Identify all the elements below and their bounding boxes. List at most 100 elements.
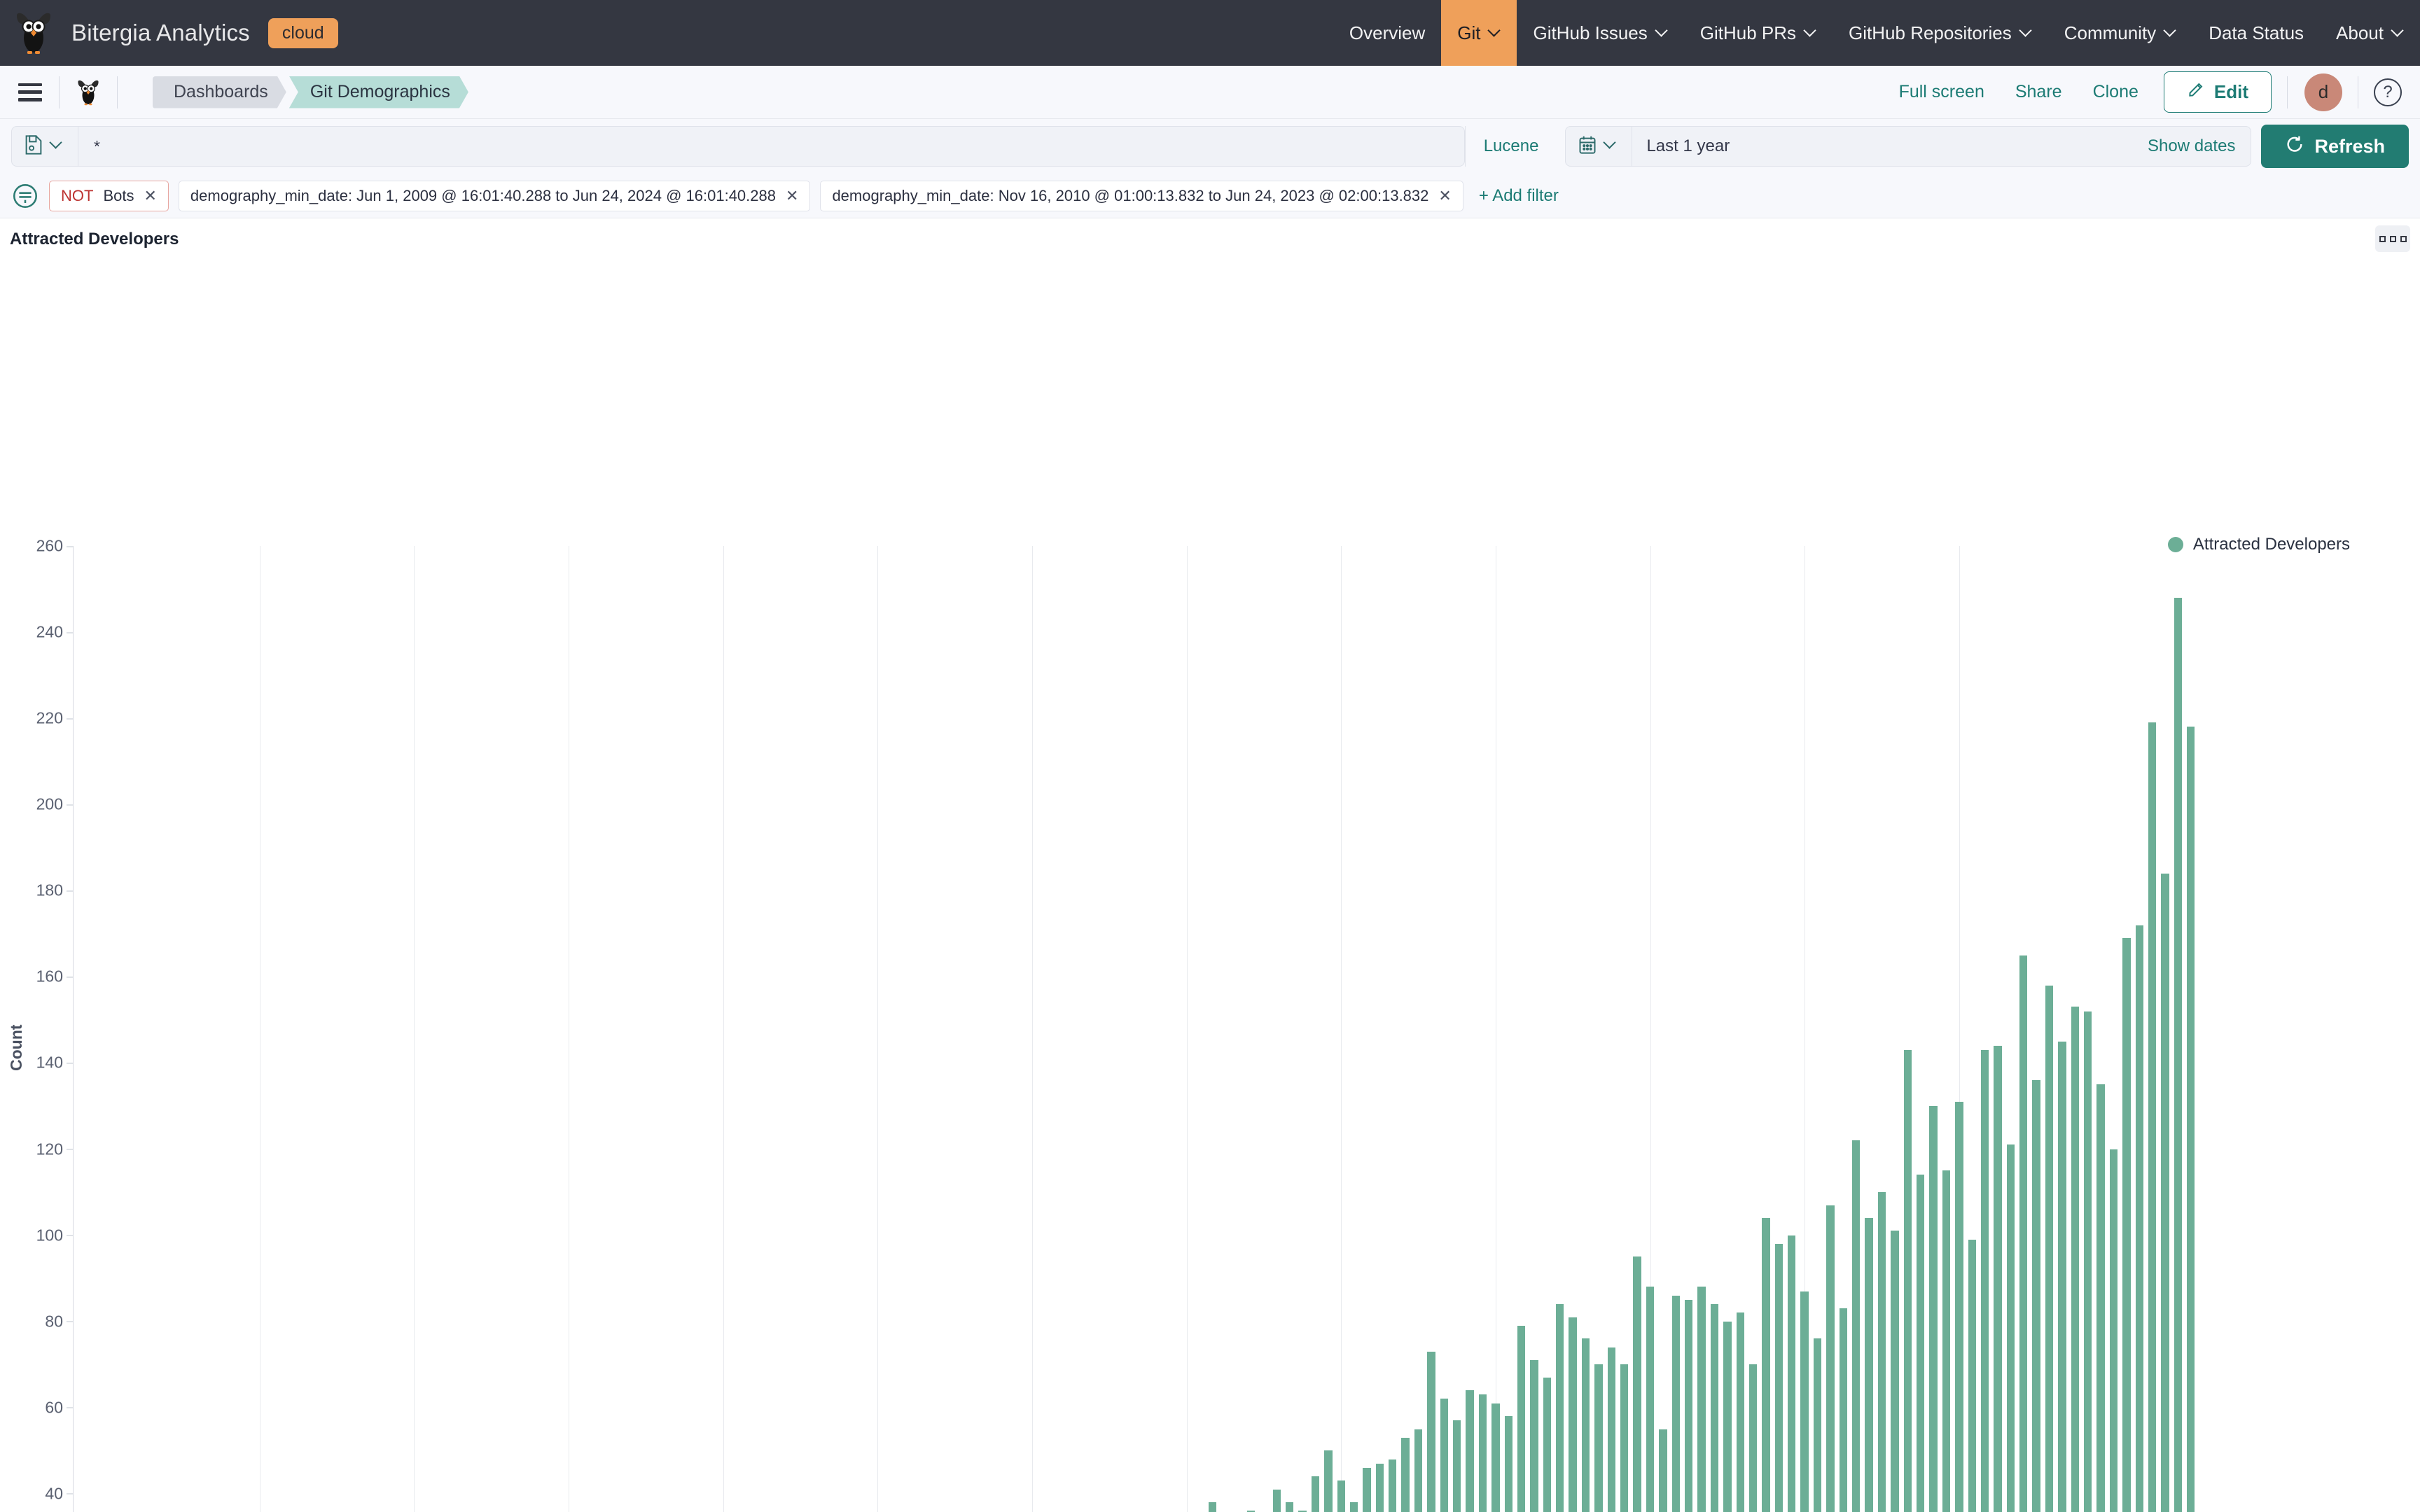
bar[interactable] bbox=[1414, 1429, 1422, 1512]
refresh-button[interactable]: Refresh bbox=[2261, 125, 2409, 168]
clone-button[interactable]: Clone bbox=[2078, 82, 2154, 102]
bar[interactable] bbox=[2161, 874, 2169, 1512]
bar[interactable] bbox=[1337, 1480, 1345, 1512]
close-icon[interactable]: ✕ bbox=[786, 187, 798, 205]
full-screen-button[interactable]: Full screen bbox=[1884, 82, 2000, 102]
nav-item-about[interactable]: About bbox=[2320, 0, 2420, 66]
bar[interactable] bbox=[1788, 1236, 1795, 1512]
bar[interactable] bbox=[1994, 1046, 2001, 1512]
bar[interactable] bbox=[1569, 1317, 1576, 1512]
bar[interactable] bbox=[1479, 1394, 1487, 1512]
bar[interactable] bbox=[1312, 1476, 1319, 1512]
bar[interactable] bbox=[1723, 1322, 1731, 1512]
add-filter-button[interactable]: + Add filter bbox=[1473, 186, 1559, 206]
nav-item-git[interactable]: Git bbox=[1441, 0, 1517, 66]
help-icon[interactable]: ? bbox=[2374, 78, 2402, 106]
date-range-value[interactable]: Last 1 year bbox=[1632, 136, 1730, 156]
bar[interactable] bbox=[1389, 1460, 1396, 1512]
bar[interactable] bbox=[2122, 938, 2130, 1512]
bar[interactable] bbox=[1466, 1390, 1473, 1512]
bar[interactable] bbox=[1505, 1416, 1512, 1512]
show-dates-button[interactable]: Show dates bbox=[2132, 136, 2251, 156]
search-input[interactable] bbox=[78, 127, 1464, 166]
bar[interactable] bbox=[1517, 1326, 1525, 1512]
bar[interactable] bbox=[2071, 1007, 2079, 1512]
share-button[interactable]: Share bbox=[2000, 82, 2078, 102]
bar[interactable] bbox=[1633, 1256, 1641, 1512]
hamburger-icon[interactable] bbox=[18, 83, 42, 102]
bar[interactable] bbox=[1749, 1364, 1757, 1512]
bar[interactable] bbox=[1620, 1364, 1628, 1512]
bar[interactable] bbox=[1672, 1296, 1680, 1512]
chart-plot-area[interactable] bbox=[73, 546, 2197, 1512]
close-icon[interactable]: ✕ bbox=[144, 187, 156, 205]
filter-pill-demography-min-date-1[interactable]: demography_min_date: Jun 1, 2009 @ 16:01… bbox=[179, 181, 811, 211]
bar[interactable] bbox=[1840, 1308, 1847, 1512]
calendar-quick-select-button[interactable] bbox=[1566, 126, 1632, 167]
bar[interactable] bbox=[1530, 1360, 1538, 1512]
bar[interactable] bbox=[1968, 1240, 1976, 1512]
bar[interactable] bbox=[1981, 1050, 1989, 1512]
bar[interactable] bbox=[2148, 722, 2156, 1512]
saved-query-button[interactable] bbox=[12, 127, 78, 166]
brand-area[interactable]: Bitergia Analytics cloud bbox=[0, 11, 338, 55]
nav-item-github-repositories[interactable]: GitHub Repositories bbox=[1833, 0, 2048, 66]
bar[interactable] bbox=[1209, 1502, 1216, 1512]
nav-item-overview[interactable]: Overview bbox=[1333, 0, 1441, 66]
bar[interactable] bbox=[1363, 1468, 1370, 1512]
filter-settings-icon[interactable] bbox=[11, 182, 39, 210]
filter-pill-bots[interactable]: NOT Bots ✕ bbox=[49, 181, 169, 211]
bar[interactable] bbox=[2174, 598, 2182, 1512]
bar[interactable] bbox=[2136, 925, 2143, 1512]
bar[interactable] bbox=[1401, 1438, 1409, 1512]
bar[interactable] bbox=[1904, 1050, 1912, 1512]
bar[interactable] bbox=[2084, 1011, 2092, 1512]
bar[interactable] bbox=[1942, 1170, 1950, 1512]
nav-item-github-issues[interactable]: GitHub Issues bbox=[1517, 0, 1683, 66]
avatar[interactable]: d bbox=[2304, 74, 2342, 111]
bar[interactable] bbox=[1865, 1218, 1872, 1512]
filter-pill-demography-min-date-2[interactable]: demography_min_date: Nov 16, 2010 @ 01:0… bbox=[820, 181, 1463, 211]
bar[interactable] bbox=[1427, 1352, 1435, 1512]
bar[interactable] bbox=[1608, 1348, 1615, 1512]
bar[interactable] bbox=[1582, 1338, 1590, 1512]
bar[interactable] bbox=[1543, 1378, 1551, 1512]
bar[interactable] bbox=[1376, 1464, 1384, 1512]
close-icon[interactable]: ✕ bbox=[1438, 187, 1451, 205]
bar[interactable] bbox=[1929, 1106, 1937, 1512]
nav-item-community[interactable]: Community bbox=[2048, 0, 2192, 66]
breadcrumb-item-git-demographics[interactable]: Git Demographics bbox=[289, 76, 468, 108]
bar[interactable] bbox=[1659, 1429, 1667, 1512]
bar[interactable] bbox=[1737, 1312, 1744, 1512]
bar[interactable] bbox=[1350, 1502, 1358, 1512]
bar[interactable] bbox=[2058, 1042, 2066, 1512]
bar[interactable] bbox=[1685, 1300, 1692, 1512]
bar[interactable] bbox=[1814, 1338, 1821, 1512]
bar[interactable] bbox=[1286, 1502, 1293, 1512]
bar[interactable] bbox=[2096, 1084, 2104, 1512]
bar[interactable] bbox=[1762, 1218, 1769, 1512]
bar[interactable] bbox=[1453, 1420, 1461, 1512]
bar[interactable] bbox=[2187, 727, 2195, 1512]
bar[interactable] bbox=[1826, 1205, 1834, 1512]
nav-item-data-status[interactable]: Data Status bbox=[2192, 0, 2320, 66]
nav-item-github-prs[interactable]: GitHub PRs bbox=[1684, 0, 1833, 66]
bar[interactable] bbox=[1775, 1244, 1783, 1512]
bar[interactable] bbox=[1556, 1304, 1564, 1512]
bar[interactable] bbox=[1697, 1287, 1705, 1512]
bar[interactable] bbox=[2032, 1080, 2040, 1512]
bar[interactable] bbox=[1891, 1231, 1898, 1512]
edit-button[interactable]: Edit bbox=[2164, 71, 2272, 113]
bar[interactable] bbox=[1273, 1490, 1281, 1512]
bar[interactable] bbox=[2045, 986, 2053, 1512]
bar[interactable] bbox=[1440, 1399, 1448, 1512]
bar[interactable] bbox=[1711, 1304, 1718, 1512]
bar[interactable] bbox=[2110, 1149, 2118, 1512]
bar[interactable] bbox=[1594, 1364, 1602, 1512]
query-language-button[interactable]: Lucene bbox=[1465, 126, 1557, 167]
breadcrumb-item-dashboards[interactable]: Dashboards bbox=[153, 76, 286, 108]
owl-icon[interactable] bbox=[76, 78, 100, 107]
bar[interactable] bbox=[1955, 1102, 1963, 1512]
bar[interactable] bbox=[2019, 955, 2027, 1512]
bar[interactable] bbox=[1324, 1450, 1332, 1512]
